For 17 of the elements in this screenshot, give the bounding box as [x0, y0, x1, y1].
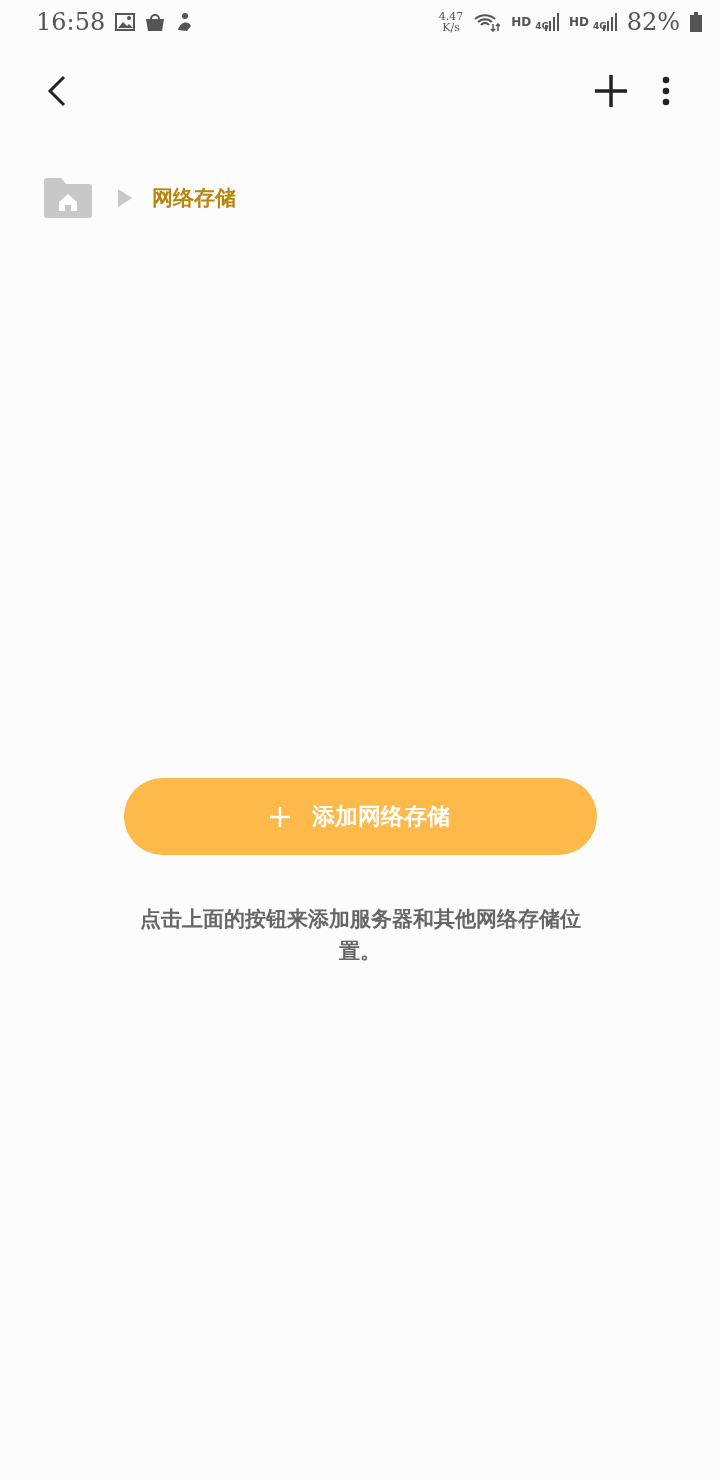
wifi-icon	[473, 12, 502, 32]
hd-label: HD	[511, 15, 532, 29]
battery-icon	[690, 12, 702, 32]
hint-text: 点击上面的按钮来添加服务器和其他网络存储位置。	[138, 905, 582, 965]
breadcrumb-item[interactable]: 网络存储	[152, 184, 236, 212]
shopping-bag-icon	[145, 12, 166, 32]
plus-icon	[270, 806, 290, 827]
add-icon[interactable]	[594, 74, 628, 108]
more-options-icon[interactable]	[662, 76, 670, 106]
battery-level: 82%	[626, 8, 680, 36]
chevron-icon	[118, 189, 132, 207]
hd-label: HD	[569, 15, 589, 29]
network-speed: 4.47 K/s	[438, 11, 464, 33]
add-network-storage-button[interactable]: 添加网络存储	[123, 778, 597, 855]
status-time: 16:58	[36, 8, 106, 36]
figure-icon	[175, 12, 194, 32]
image-icon	[115, 13, 136, 31]
